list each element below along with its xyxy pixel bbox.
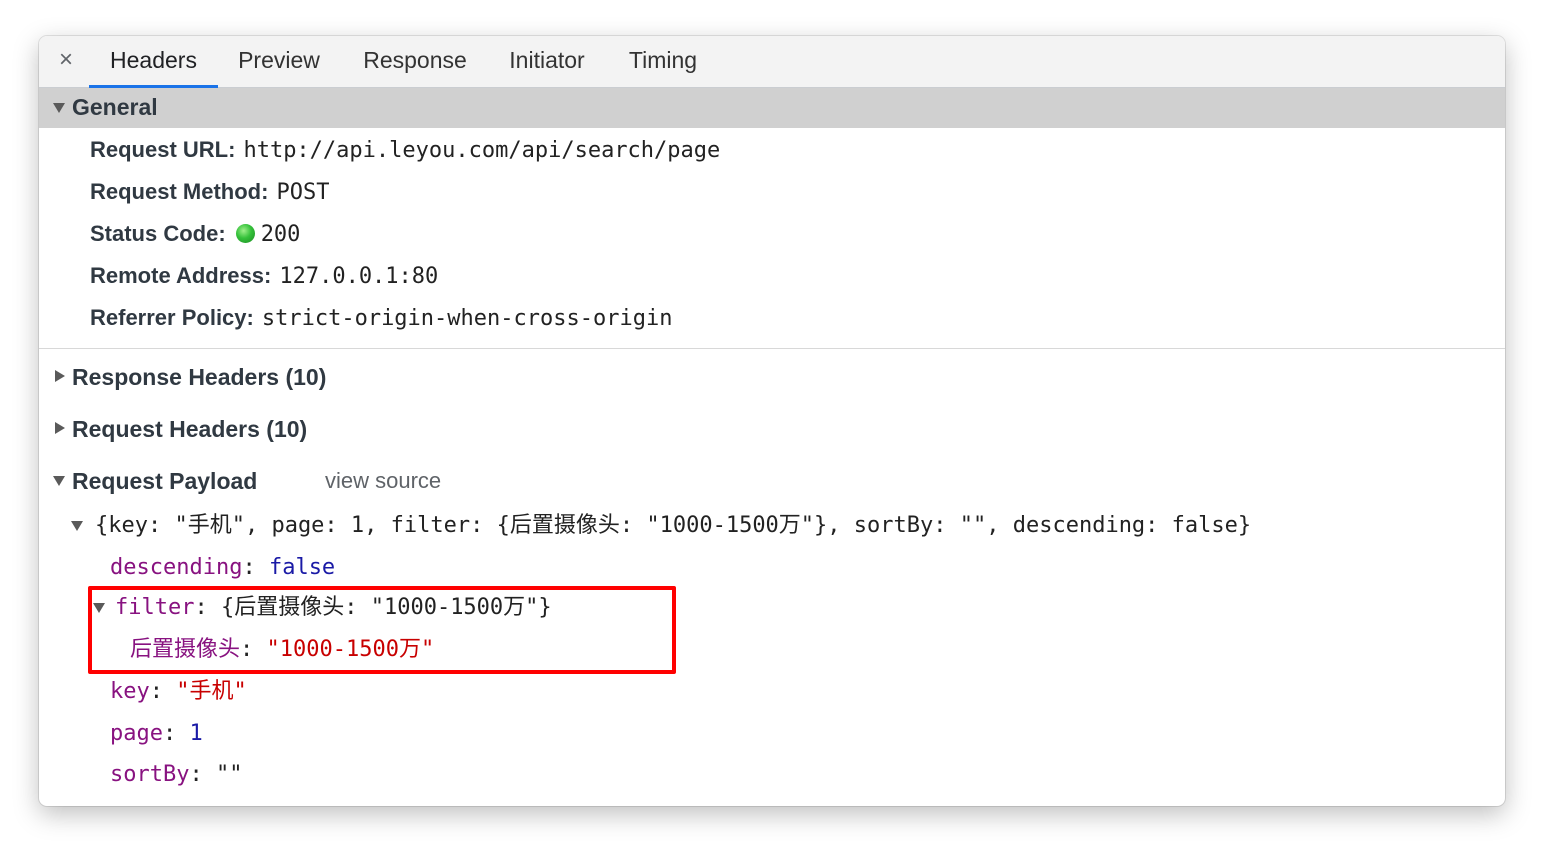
general-section-body: Request URL: http://api.leyou.com/api/sea… <box>39 128 1505 349</box>
payload-key-row: key: "手机" <box>110 679 247 704</box>
devtools-network-panel: × Headers Preview Response Initiator Tim… <box>39 36 1505 806</box>
tab-initiator[interactable]: Initiator <box>499 36 595 87</box>
request-payload-section-header[interactable]: Request Payload view source <box>39 464 1505 498</box>
tab-response[interactable]: Response <box>352 36 478 87</box>
request-headers-title: Request Headers (10) <box>72 416 308 442</box>
tab-preview[interactable]: Preview <box>229 36 329 87</box>
payload-value: "1000-1500万" <box>266 637 435 662</box>
payload-value: "" <box>215 762 243 787</box>
status-code-label: Status Code: <box>90 221 226 246</box>
request-method-row: Request Method: POST <box>90 177 329 207</box>
triangle-right-icon <box>55 370 65 382</box>
request-method-value: POST <box>276 180 330 205</box>
request-method-label: Request Method: <box>90 179 269 204</box>
request-payload-title: Request Payload <box>72 468 258 494</box>
request-headers-section-header[interactable]: Request Headers (10) <box>39 412 1505 446</box>
payload-key: filter <box>115 595 195 620</box>
triangle-down-icon <box>93 603 105 613</box>
payload-page-row: page: 1 <box>110 721 203 746</box>
response-headers-section-header[interactable]: Response Headers (10) <box>39 360 1505 394</box>
triangle-down-icon <box>71 521 83 531</box>
payload-sortby-row: sortBy: "" <box>110 762 243 787</box>
triangle-right-icon <box>55 422 65 434</box>
triangle-down-icon <box>53 476 65 486</box>
tab-bar: × Headers Preview Response Initiator Tim… <box>39 36 1505 88</box>
referrer-policy-label: Referrer Policy: <box>90 305 254 330</box>
referrer-policy-value: strict-origin-when-cross-origin <box>261 306 673 331</box>
status-ok-dot-icon <box>235 224 255 243</box>
payload-key: page <box>110 721 163 746</box>
payload-key: 后置摄像头 <box>130 637 241 662</box>
general-section-header[interactable]: General <box>39 88 1505 128</box>
remote-address-row: Remote Address: 127.0.0.1:80 <box>90 261 438 291</box>
payload-key: descending <box>110 555 243 580</box>
payload-value: 1 <box>189 721 203 746</box>
remote-address-label: Remote Address: <box>90 263 272 288</box>
payload-key: sortBy <box>110 762 190 787</box>
payload-value: false <box>268 555 336 580</box>
payload-summary: {key: "手机", page: 1, filter: {后置摄像头: "10… <box>95 513 1252 538</box>
payload-filter-child-row: 后置摄像头: "1000-1500万" <box>130 637 435 662</box>
request-url-row: Request URL: http://api.leyou.com/api/sea… <box>90 135 720 165</box>
status-code-row: Status Code: 200 <box>90 219 300 249</box>
response-headers-title: Response Headers (10) <box>72 364 327 390</box>
payload-descending-row: descending: false <box>110 555 336 580</box>
request-url-label: Request URL: <box>90 137 236 162</box>
tab-timing[interactable]: Timing <box>619 36 707 87</box>
payload-value: "手机" <box>176 679 247 704</box>
payload-filter-summary: {后置摄像头: "1000-1500万"} <box>220 595 552 620</box>
triangle-down-icon <box>53 103 65 113</box>
remote-address-value: 127.0.0.1:80 <box>279 264 439 289</box>
payload-key: key <box>110 679 150 704</box>
general-title: General <box>72 94 158 120</box>
view-source-link[interactable]: view source <box>325 466 441 496</box>
tab-headers[interactable]: Headers <box>89 36 218 88</box>
referrer-policy-row: Referrer Policy: strict-origin-when-cross… <box>90 303 672 333</box>
status-code-value: 200 <box>260 222 301 247</box>
request-url-value: http://api.leyou.com/api/search/page <box>243 138 721 163</box>
close-icon[interactable]: × <box>55 46 77 74</box>
